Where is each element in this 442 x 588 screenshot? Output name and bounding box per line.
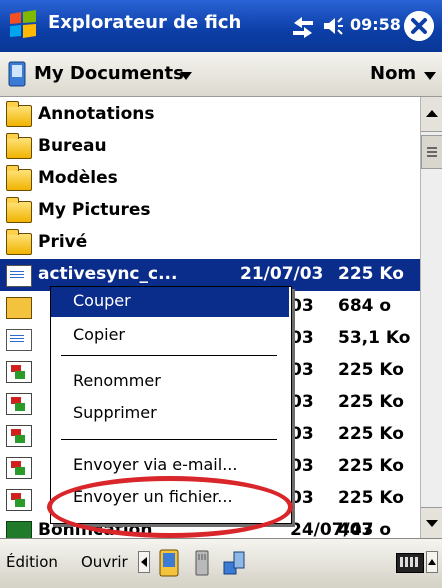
network-icon[interactable] bbox=[222, 548, 246, 578]
folder-icon bbox=[6, 101, 32, 127]
file-size: 53,1 Ko bbox=[338, 328, 411, 348]
vertical-scrollbar[interactable] bbox=[420, 97, 442, 539]
bottom-menu-bar: Édition Ouvrir bbox=[0, 538, 442, 588]
folder-icon bbox=[6, 133, 32, 159]
menu-item-label: Envoyer via e-mail... bbox=[73, 455, 238, 474]
volume-icon[interactable] bbox=[321, 14, 345, 38]
menu-item-label: Couper bbox=[73, 291, 131, 310]
menu-item-copy[interactable]: Copier bbox=[51, 321, 289, 351]
folder-icon bbox=[6, 197, 32, 223]
file-size: 447 o bbox=[338, 520, 392, 538]
file-date: 03 bbox=[290, 360, 314, 380]
folder-row-modeles[interactable]: Modèles bbox=[0, 163, 420, 195]
keyboard-icon[interactable] bbox=[396, 553, 424, 573]
file-size: 225 Ko bbox=[338, 360, 404, 380]
highlight-annotation bbox=[47, 476, 293, 538]
menu-item-label: Renommer bbox=[73, 371, 161, 390]
chevron-left-icon bbox=[141, 557, 147, 567]
file-size: 225 Ko bbox=[338, 264, 404, 284]
note-icon bbox=[6, 457, 32, 479]
grip-icon bbox=[427, 147, 437, 157]
excel-icon bbox=[6, 521, 32, 538]
connectivity-icon[interactable] bbox=[290, 14, 316, 38]
file-date: 03 bbox=[290, 392, 314, 412]
title-bar: Explorateur de fich 09:58 bbox=[0, 0, 442, 52]
chevron-up-icon bbox=[426, 110, 438, 117]
edit-menu[interactable]: Édition bbox=[6, 553, 58, 571]
folder-name: Bureau bbox=[38, 136, 107, 156]
menu-item-cut[interactable]: Couper bbox=[51, 287, 289, 317]
chevron-up-icon bbox=[428, 559, 436, 565]
folder-name: Annotations bbox=[38, 104, 155, 124]
file-date: 03 bbox=[290, 456, 314, 476]
pda-file-icon bbox=[6, 297, 32, 319]
menu-separator bbox=[61, 355, 277, 356]
note-icon bbox=[6, 489, 32, 511]
folder-name: Privé bbox=[38, 232, 88, 252]
note-icon bbox=[6, 393, 32, 415]
file-size: 225 Ko bbox=[338, 392, 404, 412]
note-icon bbox=[6, 425, 32, 447]
menu-item-rename[interactable]: Renommer bbox=[51, 367, 289, 397]
menu-item-label: Copier bbox=[73, 325, 125, 344]
chevron-down-icon[interactable] bbox=[180, 72, 192, 80]
menu-separator bbox=[61, 439, 277, 440]
file-name: activesync_c... bbox=[38, 264, 178, 284]
note-icon bbox=[6, 361, 32, 383]
toolbar-left-button[interactable] bbox=[138, 551, 150, 573]
close-icon[interactable] bbox=[404, 11, 434, 41]
folder-row-prive[interactable]: Privé bbox=[0, 227, 420, 259]
menu-item-label: Supprimer bbox=[73, 403, 157, 422]
file-size: 225 Ko bbox=[338, 488, 404, 508]
window-title: Explorateur de fich bbox=[48, 12, 242, 33]
file-date: 21/07/03 bbox=[240, 264, 324, 284]
folder-dropdown[interactable]: My Documents bbox=[34, 63, 184, 84]
menu-item-delete[interactable]: Supprimer bbox=[51, 399, 289, 429]
scroll-down-button[interactable] bbox=[421, 507, 442, 539]
folder-row-bureau[interactable]: Bureau bbox=[0, 131, 420, 163]
storage-card-icon[interactable] bbox=[190, 548, 214, 578]
input-panel-button[interactable] bbox=[426, 551, 438, 573]
pda-view-icon[interactable] bbox=[157, 548, 181, 578]
scroll-thumb[interactable] bbox=[421, 135, 442, 169]
file-date: 03 bbox=[290, 488, 314, 508]
windows-start-icon[interactable] bbox=[6, 8, 40, 42]
clock[interactable]: 09:58 bbox=[350, 15, 401, 34]
folder-name: Modèles bbox=[38, 168, 118, 188]
scroll-up-button[interactable] bbox=[421, 97, 442, 132]
location-bar: My Documents Nom bbox=[0, 52, 442, 97]
folder-row-annotations[interactable]: Annotations bbox=[0, 99, 420, 131]
file-size: 225 Ko bbox=[338, 456, 404, 476]
file-size: 225 Ko bbox=[338, 424, 404, 444]
word-doc-icon bbox=[6, 329, 32, 351]
folder-name: My Pictures bbox=[38, 200, 151, 220]
pda-icon bbox=[8, 61, 26, 87]
folder-icon bbox=[6, 165, 32, 191]
file-date: 03 bbox=[290, 328, 314, 348]
file-date: 03 bbox=[290, 424, 314, 444]
chevron-down-icon bbox=[426, 520, 438, 527]
file-size: 684 o bbox=[338, 296, 392, 316]
open-menu[interactable]: Ouvrir bbox=[81, 553, 128, 571]
sort-dropdown[interactable]: Nom bbox=[370, 63, 416, 84]
folder-icon bbox=[6, 229, 32, 255]
chevron-down-icon[interactable] bbox=[424, 72, 436, 80]
activesync-icon bbox=[6, 265, 32, 287]
file-date: 03 bbox=[290, 296, 314, 316]
folder-row-my-pictures[interactable]: My Pictures bbox=[0, 195, 420, 227]
